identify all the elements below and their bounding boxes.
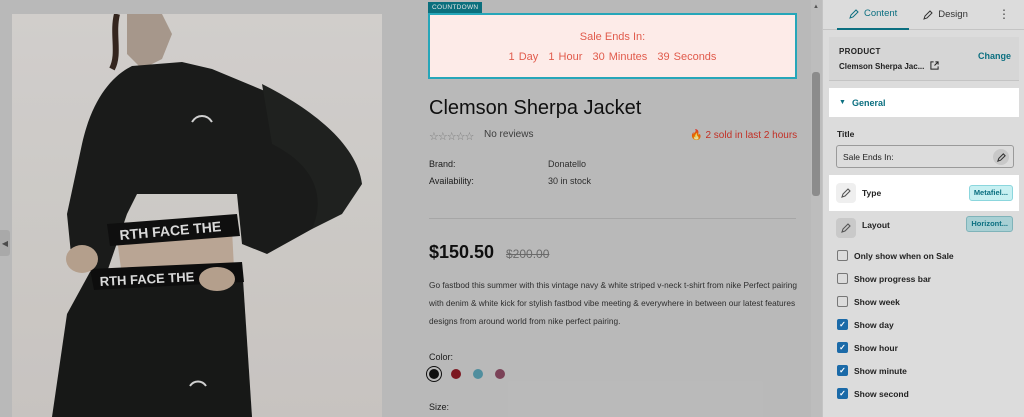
compare-price: $200.00 <box>506 247 550 261</box>
option-show-minute[interactable]: ✓ Show minute <box>837 359 954 382</box>
option-label: Only show when on Sale <box>854 250 954 261</box>
product-name: Clemson Sherpa Jac... <box>839 61 939 71</box>
countdown-title: Sale Ends In: <box>579 31 646 43</box>
color-swatch-red[interactable] <box>451 369 461 379</box>
collapse-left-handle[interactable]: ◀ <box>0 230 10 256</box>
size-label: Size: <box>429 402 450 412</box>
flame-icon: 🔥 <box>690 130 703 141</box>
settings-panel: Content Design ⋮ PRODUCT Clemson Sherpa … <box>822 0 1024 417</box>
option-show-second[interactable]: ✓ Show second <box>837 382 954 405</box>
countdown-values: 1 Day 1 Hour 30 Minutes 39 Seconds <box>430 51 795 63</box>
title-input-value: Sale Ends In: <box>843 152 894 162</box>
divider <box>429 218 796 219</box>
tab-content[interactable]: Content <box>837 0 910 30</box>
display-options: Only show when on Sale Show progress bar… <box>837 244 954 405</box>
change-product-button[interactable]: Change <box>978 51 1011 61</box>
product-name-text: Clemson Sherpa Jac... <box>839 62 925 71</box>
model-photo: RTH FACE THE RTH FACE THE <box>52 14 362 417</box>
option-show-hour[interactable]: ✓ Show hour <box>837 336 954 359</box>
option-only-sale[interactable]: Only show when on Sale <box>837 244 954 267</box>
option-label: Show week <box>854 296 900 307</box>
scroll-up-icon[interactable]: ▲ <box>813 4 819 10</box>
general-label: General <box>851 97 886 108</box>
brand-label: Brand: <box>429 159 456 169</box>
option-label: Show day <box>854 319 894 330</box>
caret-down-icon: ▼ <box>839 99 846 106</box>
app: ◀ RTH FACE THE RTH FACE THE COUNTDOWN Sa… <box>0 0 1024 417</box>
rating-stars-icon: ☆☆☆☆☆ <box>429 131 474 143</box>
preview-scrollbar[interactable] <box>811 0 822 417</box>
layout-label: Layout <box>862 220 890 230</box>
checkbox-checked[interactable]: ✓ <box>837 319 848 330</box>
pencil-icon <box>996 152 1006 162</box>
availability-label: Availability: <box>429 176 474 186</box>
scrollbar-thumb[interactable] <box>812 72 820 196</box>
option-label: Show second <box>854 388 909 399</box>
external-link-icon[interactable] <box>930 61 939 70</box>
brand-value[interactable]: Donatello <box>548 159 586 169</box>
color-swatch-black[interactable] <box>429 369 439 379</box>
price: $150.50 <box>429 242 495 262</box>
option-progress-bar[interactable]: Show progress bar <box>837 267 954 290</box>
color-label: Color: <box>429 352 454 362</box>
general-section-toggle[interactable]: ▼ General <box>829 88 1019 117</box>
reviews-count[interactable]: No reviews <box>484 129 533 140</box>
sold-text: 2 sold in last 2 hours <box>705 130 798 141</box>
type-setting[interactable]: Type Metafiel... <box>829 175 1019 211</box>
availability-value: 30 in stock <box>548 176 592 186</box>
checkbox[interactable] <box>837 273 848 284</box>
checkbox-checked[interactable]: ✓ <box>837 365 848 376</box>
title-field-label: Title <box>837 129 855 139</box>
option-show-day[interactable]: ✓ Show day <box>837 313 954 336</box>
tab-content-label: Content <box>864 8 898 19</box>
pen-icon <box>849 8 859 19</box>
countdown-minutes: 30 Minutes <box>592 51 648 63</box>
countdown-block-tag[interactable]: COUNTDOWN <box>428 2 483 13</box>
edit-title-button[interactable] <box>993 149 1009 165</box>
color-swatch-mauve[interactable] <box>495 369 505 379</box>
color-swatches <box>429 369 505 379</box>
panel-tabs: Content Design ⋮ <box>823 0 1024 30</box>
color-swatch-blue[interactable] <box>473 369 483 379</box>
tab-design-label: Design <box>938 9 968 20</box>
option-show-week[interactable]: Show week <box>837 290 954 313</box>
option-label: Show minute <box>854 365 907 376</box>
brush-icon <box>923 9 933 20</box>
product-label: PRODUCT <box>839 47 881 56</box>
pencil-icon <box>836 218 856 238</box>
preview-canvas: ◀ RTH FACE THE RTH FACE THE COUNTDOWN Sa… <box>0 0 822 417</box>
option-label: Show progress bar <box>854 273 931 284</box>
checkbox-checked[interactable]: ✓ <box>837 342 848 353</box>
product-title: Clemson Sherpa Jacket <box>429 97 642 119</box>
pencil-icon <box>836 183 856 203</box>
product-image[interactable]: RTH FACE THE RTH FACE THE <box>12 14 382 417</box>
product-description: Go fastbod this summer with this vintage… <box>429 280 797 326</box>
tab-design[interactable]: Design <box>913 0 978 30</box>
checkbox[interactable] <box>837 296 848 307</box>
sold-badge: 🔥 2 sold in last 2 hours <box>690 130 797 141</box>
type-value-pill[interactable]: Metafiel... <box>968 185 1013 201</box>
type-label: Type <box>862 188 882 198</box>
option-label: Show hour <box>854 342 898 353</box>
checkbox-checked[interactable]: ✓ <box>837 388 848 399</box>
countdown-seconds: 39 Seconds <box>657 51 717 63</box>
more-options-icon[interactable]: ⋮ <box>998 8 1010 20</box>
layout-setting[interactable]: Layout Horizont... <box>829 211 1019 239</box>
product-picker: PRODUCT Clemson Sherpa Jac... Change <box>829 37 1019 81</box>
title-input[interactable]: Sale Ends In: <box>836 145 1014 168</box>
layout-value-pill[interactable]: Horizont... <box>966 216 1013 232</box>
checkbox[interactable] <box>837 250 848 261</box>
countdown-hours: 1 Hour <box>548 51 583 63</box>
countdown-days: 1 Day <box>508 51 539 63</box>
countdown-block[interactable]: Sale Ends In: 1 Day 1 Hour 30 Minutes 39… <box>428 13 797 79</box>
